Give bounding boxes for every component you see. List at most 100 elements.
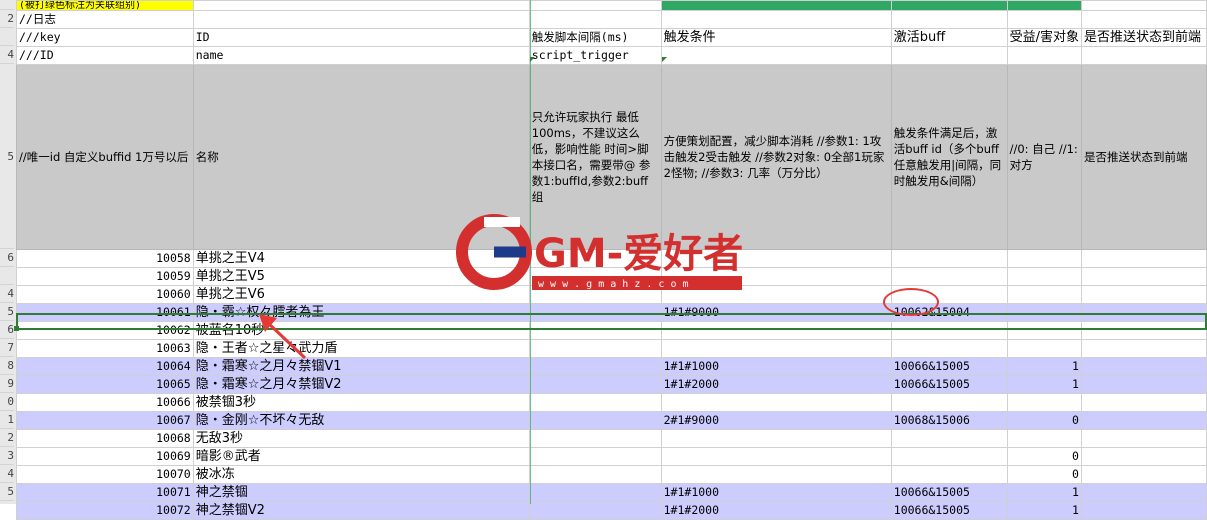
push-state-cell[interactable] (1080, 285, 1207, 304)
activate-buff-cell[interactable]: 10068&15006 (890, 411, 1008, 430)
row-number[interactable]: 1 (0, 411, 14, 429)
script-trigger-cell[interactable] (528, 483, 662, 502)
trigger-condition-cell[interactable]: 1#1#9000 (660, 303, 892, 322)
target-cell[interactable] (1006, 267, 1082, 286)
trigger-condition-cell[interactable] (660, 465, 892, 484)
activate-buff-cell[interactable] (890, 249, 1008, 268)
script-trigger-cell[interactable] (528, 249, 662, 268)
buff-name-cell[interactable]: 隐・金刚☆不坏々无敌 (192, 411, 530, 430)
buff-id-cell[interactable]: 10071 (16, 483, 194, 502)
target-cell[interactable] (1006, 429, 1082, 448)
push-state-cell[interactable] (1080, 321, 1207, 340)
cell[interactable] (192, 0, 530, 11)
push-state-cell[interactable] (1080, 249, 1207, 268)
push-state-cell[interactable] (1080, 339, 1207, 358)
buff-id-cell[interactable]: 10069 (16, 447, 194, 466)
buff-name-cell[interactable]: 无敌3秒 (192, 429, 530, 448)
script-trigger-cell[interactable] (528, 411, 662, 430)
buff-name-cell[interactable]: 单挑之王V5 (192, 267, 530, 286)
row-number[interactable]: 3 (0, 447, 14, 465)
trigger-condition-cell[interactable]: 1#1#1000 (660, 483, 892, 502)
id-header-cell[interactable]: name (192, 46, 530, 65)
script-trigger-cell[interactable] (528, 321, 662, 340)
cell[interactable] (1006, 46, 1082, 65)
activate-buff-cell[interactable]: 10066&15005 (890, 375, 1008, 394)
row-number[interactable]: 2 (0, 10, 14, 28)
buff-id-cell[interactable]: 10063 (16, 339, 194, 358)
description-cell[interactable]: 名称 (192, 64, 530, 250)
buff-id-cell[interactable]: 10065 (16, 375, 194, 394)
row-number[interactable]: 4 (0, 465, 14, 483)
buff-name-cell[interactable]: 被禁锢3秒 (192, 393, 530, 412)
id-header-cell[interactable]: ///ID (16, 46, 194, 65)
script-trigger-cell[interactable] (528, 465, 662, 484)
cell[interactable] (1006, 10, 1082, 29)
cell[interactable] (1080, 0, 1207, 11)
trigger-condition-cell[interactable] (660, 339, 892, 358)
buff-id-cell[interactable]: 10062 (16, 321, 194, 340)
buff-id-cell[interactable]: 10060 (16, 285, 194, 304)
fill-handle[interactable] (14, 326, 19, 331)
description-cell[interactable]: //唯一id 自定义buffid 1万号以后 (16, 64, 194, 250)
description-cell[interactable]: 是否推送状态到前端 (1080, 64, 1207, 250)
buff-name-cell[interactable]: 神之禁锢 (192, 483, 530, 502)
activate-buff-cell[interactable]: 10066&15005 (890, 357, 1008, 376)
activate-buff-cell[interactable]: 10066&15005 (890, 483, 1008, 502)
push-state-cell[interactable] (1080, 411, 1207, 430)
target-cell[interactable] (1006, 303, 1082, 322)
key-header-cell[interactable]: ID (192, 28, 530, 47)
cell[interactable] (1080, 10, 1207, 29)
script-trigger-cell[interactable] (528, 393, 662, 412)
row-number[interactable] (0, 28, 14, 46)
activate-buff-cell[interactable] (890, 267, 1008, 286)
push-state-cell[interactable] (1080, 465, 1207, 484)
key-header-cell[interactable]: 受益/害对象 (1006, 28, 1082, 47)
trigger-condition-cell[interactable] (660, 267, 892, 286)
cell[interactable] (890, 46, 1008, 65)
cell[interactable] (890, 10, 1008, 29)
activate-buff-cell[interactable] (890, 321, 1008, 340)
cell[interactable] (528, 0, 662, 11)
key-header-cell[interactable]: ///key (16, 28, 194, 47)
push-state-cell[interactable] (1080, 447, 1207, 466)
push-state-cell[interactable] (1080, 303, 1207, 322)
key-header-cell[interactable]: 触发条件 (660, 28, 892, 47)
buff-id-cell[interactable]: 10061 (16, 303, 194, 322)
push-state-cell[interactable] (1080, 267, 1207, 286)
row-number[interactable] (0, 267, 14, 285)
log-label-cell[interactable]: //日志 (16, 10, 194, 29)
description-cell[interactable]: 只允许玩家执行 最低100ms，不建议这么低，影响性能 时间>脚本接口名，需要带… (528, 64, 662, 250)
cell[interactable] (890, 0, 1008, 11)
cell[interactable] (1006, 0, 1082, 11)
buff-name-cell[interactable]: 隐・王者☆之星々武力盾 (192, 339, 530, 358)
push-state-cell[interactable] (1080, 483, 1207, 502)
target-cell[interactable] (1006, 339, 1082, 358)
buff-name-cell[interactable]: 隐・霜寒☆之月々禁锢V2 (192, 375, 530, 394)
target-cell[interactable] (1006, 249, 1082, 268)
trigger-condition-cell[interactable] (660, 447, 892, 466)
activate-buff-cell[interactable] (890, 447, 1008, 466)
key-header-cell[interactable]: 触发脚本间隔(ms) (528, 28, 662, 47)
buff-name-cell[interactable]: 单挑之王V4 (192, 249, 530, 268)
cell[interactable] (192, 10, 530, 29)
activate-buff-cell[interactable] (890, 465, 1008, 484)
target-cell[interactable] (1006, 285, 1082, 304)
buff-id-cell[interactable]: 10068 (16, 429, 194, 448)
script-trigger-cell[interactable] (528, 501, 662, 520)
row-number[interactable]: 5 (0, 64, 14, 249)
buff-name-cell[interactable]: 暗影®武者 (192, 447, 530, 466)
row-number[interactable]: 5 (0, 483, 14, 501)
trigger-condition-cell[interactable]: 1#1#1000 (660, 357, 892, 376)
buff-name-cell[interactable]: 单挑之王V6 (192, 285, 530, 304)
script-trigger-cell[interactable] (528, 339, 662, 358)
activate-buff-cell[interactable] (890, 393, 1008, 412)
description-cell[interactable]: 触发条件满足后，激活buff id（多个buff任意触发用|间隔，同时触发用&间… (890, 64, 1008, 250)
trigger-condition-cell[interactable] (660, 393, 892, 412)
buff-id-cell[interactable]: 10059 (16, 267, 194, 286)
buff-id-cell[interactable]: 10072 (16, 501, 194, 520)
cell[interactable] (528, 10, 662, 29)
target-cell[interactable] (1006, 321, 1082, 340)
description-cell[interactable]: 方便策划配置，减少脚本消耗 //参数1: 1攻击触发2受击触发 //参数2对象:… (660, 64, 892, 250)
activate-buff-cell[interactable]: 10066&15005 (890, 501, 1008, 520)
trigger-condition-cell[interactable] (660, 285, 892, 304)
